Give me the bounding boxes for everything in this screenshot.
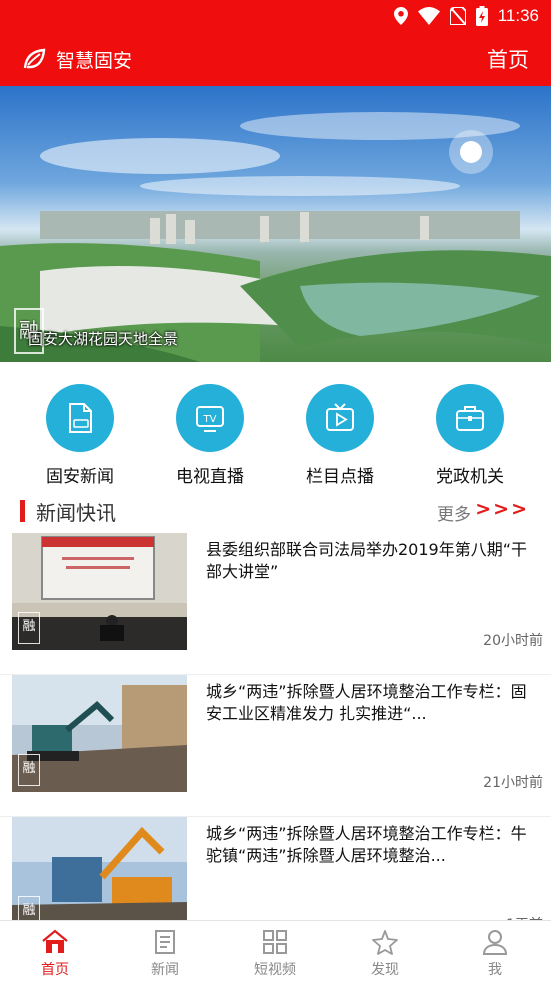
more-link[interactable]: 更多 bbox=[437, 500, 471, 525]
news-time: 20小时前 bbox=[483, 633, 543, 649]
quick-link-circle: TV bbox=[176, 384, 244, 452]
svg-text:TV: TV bbox=[203, 414, 217, 425]
home-icon bbox=[42, 929, 68, 953]
news-headline: 城乡“两违”拆除暨人居环境整治工作专栏：牛驼镇“两违”拆除暨人居环境整治... bbox=[206, 824, 527, 865]
section-title: 新闻快讯 bbox=[36, 501, 116, 525]
thumbnail-watermark: 融 bbox=[18, 754, 40, 786]
news-item[interactable]: 融 城乡“两违”拆除暨人居环境整治工作专栏：固安工业区精准发力 扎实推进“...… bbox=[0, 675, 551, 817]
no-sim-icon bbox=[449, 7, 466, 25]
tv-icon: TV bbox=[196, 406, 224, 432]
tab-label: 短视频 bbox=[254, 962, 296, 978]
status-time: 11:36 bbox=[497, 6, 539, 25]
quick-link-circle bbox=[436, 384, 504, 452]
news-thumbnail: 融 bbox=[12, 533, 187, 650]
news-time: 21小时前 bbox=[483, 775, 543, 791]
quick-link-tv-live[interactable]: TV 电视直播 bbox=[155, 384, 265, 487]
quick-link-label: 电视直播 bbox=[176, 467, 244, 487]
video-play-icon bbox=[326, 403, 354, 431]
home-link[interactable]: 首页 bbox=[487, 44, 529, 74]
grid-icon bbox=[263, 930, 287, 954]
newspaper-icon bbox=[155, 930, 175, 954]
quick-links: 固安新闻 TV 电视直播 栏目点播 党政机关 bbox=[0, 372, 551, 490]
news-thumbnail: 融 bbox=[12, 817, 187, 934]
news-headline: 城乡“两违”拆除暨人居环境整治工作专栏：固安工业区精准发力 扎实推进“... bbox=[206, 682, 527, 723]
tab-me[interactable]: 我 bbox=[440, 929, 550, 979]
quick-link-gu-an-news[interactable]: 固安新闻 bbox=[25, 384, 135, 487]
bottom-tab-bar: 首页 新闻 短视频 发现 我 bbox=[0, 920, 551, 981]
battery-charging-icon bbox=[475, 6, 488, 26]
news-section-header: 新闻快讯 更多 >>> bbox=[0, 492, 551, 532]
news-item[interactable]: 融 县委组织部联合司法局举办2019年第八期“干部大讲堂” 20小时前 bbox=[0, 533, 551, 675]
quick-link-on-demand[interactable]: 栏目点播 bbox=[285, 384, 395, 487]
quick-link-label: 栏目点播 bbox=[306, 467, 374, 487]
wifi-icon bbox=[417, 7, 440, 25]
person-icon bbox=[482, 930, 508, 955]
tab-label: 发现 bbox=[371, 962, 399, 978]
quick-link-label: 固安新闻 bbox=[46, 467, 114, 487]
news-headline: 县委组织部联合司法局举办2019年第八期“干部大讲堂” bbox=[206, 540, 528, 581]
tab-home[interactable]: 首页 bbox=[0, 929, 110, 979]
tab-label: 新闻 bbox=[151, 962, 179, 978]
section-accent-bar bbox=[20, 500, 25, 522]
thumbnail-watermark: 融 bbox=[18, 612, 40, 644]
banner-scenery bbox=[0, 112, 551, 362]
banner-caption: 固安大湖花园天地全景 bbox=[28, 330, 179, 348]
quick-link-government[interactable]: 党政机关 bbox=[415, 384, 525, 487]
starfish-icon bbox=[372, 930, 398, 955]
tab-label: 我 bbox=[488, 962, 502, 978]
news-thumbnail: 融 bbox=[12, 675, 187, 792]
location-icon bbox=[393, 7, 408, 25]
quick-link-circle bbox=[46, 384, 114, 452]
news-document-icon bbox=[69, 403, 92, 433]
tab-news[interactable]: 新闻 bbox=[110, 929, 220, 979]
app-header: 智慧固安 首页 bbox=[0, 32, 551, 86]
status-bar: 11:36 bbox=[0, 0, 551, 32]
more-arrows[interactable]: >>> bbox=[475, 498, 529, 520]
tab-short-video[interactable]: 短视频 bbox=[220, 929, 330, 979]
quick-link-label: 党政机关 bbox=[436, 467, 504, 487]
tab-label: 首页 bbox=[41, 962, 69, 978]
quick-link-circle bbox=[306, 384, 374, 452]
briefcase-icon bbox=[456, 406, 484, 431]
app-title: 智慧固安 bbox=[56, 50, 133, 72]
banner-carousel[interactable]: 融 固安大湖花园天地全景 bbox=[0, 86, 551, 362]
tab-discover[interactable]: 发现 bbox=[330, 929, 440, 979]
leaf-logo-icon bbox=[23, 48, 46, 69]
